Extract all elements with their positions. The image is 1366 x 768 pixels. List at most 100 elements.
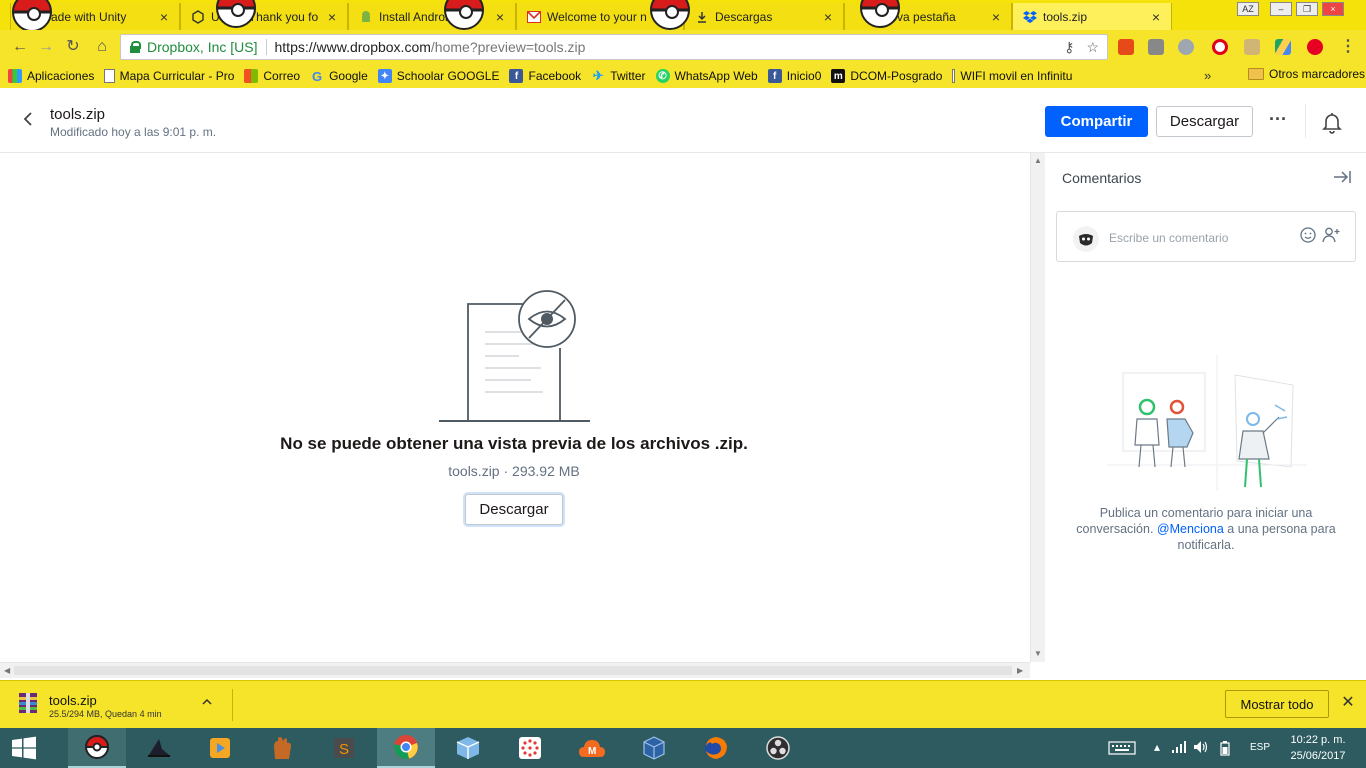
forward-arrow-icon[interactable]: → (36, 37, 56, 57)
horizontal-scrollbar[interactable]: ◀ ▶ (0, 662, 1030, 678)
taskbar-gimp-app[interactable] (253, 728, 311, 768)
reload-icon[interactable]: ↻ (63, 37, 83, 57)
comments-title: Comentarios (1062, 170, 1142, 186)
taskbar-mega-app[interactable]: M (563, 728, 621, 768)
minimize-icon[interactable]: – (1270, 2, 1292, 16)
vertical-scrollbar[interactable]: ▲ ▼ (1030, 153, 1045, 662)
tab-close-icon[interactable]: × (1147, 9, 1165, 25)
google-drive-icon[interactable] (1275, 39, 1291, 55)
url-host: https://www.dropbox.com (274, 39, 431, 55)
no-preview-illustration (439, 290, 590, 422)
collapse-sidebar-icon[interactable] (1331, 167, 1353, 187)
home-icon[interactable]: ⌂ (92, 37, 112, 57)
download-button[interactable]: Descargar (1156, 106, 1253, 137)
address-bar[interactable]: Dropbox, Inc [US] https://www.dropbox.co… (120, 34, 1108, 60)
tab-descargas[interactable]: Descargas × (684, 3, 844, 30)
taskbar-cube-app[interactable] (439, 728, 497, 768)
tab-unity-thank-you[interactable]: Unity - Thank you fo × (180, 3, 348, 30)
bookmark-otros-marcadores[interactable]: Otros marcadores (1248, 67, 1365, 81)
notifications-bell-icon[interactable] (1320, 110, 1344, 134)
scroll-down-arrow-icon[interactable]: ▼ (1034, 649, 1042, 658)
zip-archive-icon[interactable] (18, 691, 38, 715)
dotted-grid-icon (516, 734, 544, 762)
download-file-button[interactable]: Descargar (465, 494, 563, 525)
bookmark-twitter[interactable]: ✈ Twitter (591, 68, 646, 83)
close-window-icon[interactable]: × (1322, 2, 1344, 16)
file-preview-header: tools.zip Modificado hoy a las 9:01 p. m… (0, 90, 1366, 153)
bookmark-correo[interactable]: Correo (244, 69, 300, 83)
opera-extension-icon[interactable] (1212, 39, 1228, 55)
emoji-icon[interactable] (1299, 226, 1317, 244)
more-options-icon[interactable]: ··· (1264, 110, 1292, 134)
bookmark-whatsapp-web[interactable]: ✆ WhatsApp Web (655, 69, 758, 83)
cloud-m-icon: M (578, 734, 606, 762)
restore-icon[interactable]: ❐ (1296, 2, 1318, 16)
tab-close-icon[interactable]: × (155, 9, 173, 25)
bookmark-dcom-posgrado[interactable]: m DCOM-Posgrado (831, 69, 942, 83)
comment-input[interactable] (1109, 228, 1289, 248)
tab-close-icon[interactable]: × (987, 9, 1005, 25)
key-icon[interactable]: ⚷ (1064, 39, 1074, 56)
download-file-name[interactable]: tools.zip (49, 693, 97, 708)
share-button[interactable]: Compartir (1045, 106, 1148, 137)
battery-icon[interactable] (1216, 740, 1234, 756)
bookmark-facebook[interactable]: f Facebook (509, 69, 581, 83)
media-player-icon (206, 734, 234, 762)
chevron-up-icon[interactable] (198, 695, 216, 713)
input-language[interactable]: ESP (1250, 742, 1270, 753)
taskbar-pokemon-app[interactable] (68, 728, 126, 768)
tab-install-android[interactable]: Install Android × (348, 3, 516, 30)
taskbar-sublime-app[interactable]: S (315, 728, 373, 768)
no-preview-message: No se puede obtener una vista previa de … (280, 434, 748, 453)
cloud-extension-icon[interactable] (1178, 39, 1194, 55)
tab-close-icon[interactable]: × (819, 9, 837, 25)
bookmark-wifi-movil[interactable]: WIFI movil en Infinitu (952, 69, 1072, 83)
bookmarks-bar: Aplicaciones Mapa Curricular - Pro Corre… (0, 64, 1366, 88)
bookmarks-overflow-chevron[interactable]: » (1204, 68, 1211, 83)
show-all-downloads-button[interactable]: Mostrar todo (1225, 690, 1329, 718)
extension-icon[interactable] (1148, 39, 1164, 55)
windows-start-icon[interactable] (0, 728, 48, 768)
tab-tools-zip[interactable]: tools.zip × (1012, 3, 1172, 30)
omnibox-divider (265, 39, 267, 55)
close-shelf-icon[interactable]: ✕ (1339, 694, 1357, 712)
taskbar-unity-app[interactable] (130, 728, 188, 768)
tray-expand-icon[interactable]: ▴ (1148, 740, 1166, 756)
keyboard-icon[interactable] (1107, 740, 1137, 756)
mention-person-icon[interactable] (1321, 225, 1341, 245)
scroll-right-arrow-icon[interactable]: ▶ (1017, 666, 1023, 675)
taskbar-firefox-app[interactable] (687, 728, 745, 768)
scroll-up-arrow-icon[interactable]: ▲ (1034, 156, 1042, 165)
network-signal-icon[interactable] (1170, 740, 1188, 756)
bookmark-inicio0[interactable]: f Inicio0 (767, 69, 821, 83)
taskbar-virtualbox-app[interactable] (625, 728, 683, 768)
profile-icon[interactable]: AZ (1237, 2, 1259, 16)
comments-sidebar: Comentarios Publica un comentario para (1045, 153, 1366, 680)
scroll-left-arrow-icon[interactable]: ◀ (4, 666, 10, 675)
office-extension-icon[interactable] (1118, 39, 1134, 55)
taskbar-video-player-app[interactable] (191, 728, 249, 768)
taskbar-chrome-app[interactable] (377, 728, 435, 768)
back-arrow-icon[interactable]: ← (10, 37, 30, 57)
comments-empty-text: Publica un comentario para iniciar una c… (1070, 505, 1342, 553)
bookmark-star-icon[interactable]: ☆ (1086, 39, 1099, 56)
bookmark-aplicaciones[interactable]: Aplicaciones (8, 69, 94, 83)
taskbar-dots-app[interactable] (501, 728, 559, 768)
pdf-extension-icon[interactable] (1244, 39, 1260, 55)
tab-close-icon[interactable]: × (323, 9, 341, 25)
taskbar-obs-app[interactable] (749, 728, 807, 768)
m-icon: m (831, 69, 846, 83)
bookmark-mapa-curricular[interactable]: Mapa Curricular - Pro (104, 69, 234, 83)
mention-link[interactable]: @Menciona (1157, 522, 1224, 536)
tab-close-icon[interactable]: × (491, 9, 509, 25)
bookmark-google[interactable]: G Google (310, 69, 368, 84)
scrollbar-thumb[interactable] (14, 666, 1012, 675)
volume-icon[interactable] (1192, 740, 1210, 756)
chrome-menu-icon[interactable]: ⋮ (1338, 37, 1358, 57)
bookmark-schoolar-google[interactable]: ✦ Schoolar GOOGLE (377, 69, 499, 83)
back-chevron-icon[interactable] (22, 110, 38, 130)
clock-time[interactable]: 10:22 p. m. (1286, 734, 1350, 746)
pokeball-theme-decoration (12, 0, 52, 30)
pinterest-icon[interactable] (1307, 39, 1323, 55)
clock-date[interactable]: 25/06/2017 (1286, 750, 1350, 762)
